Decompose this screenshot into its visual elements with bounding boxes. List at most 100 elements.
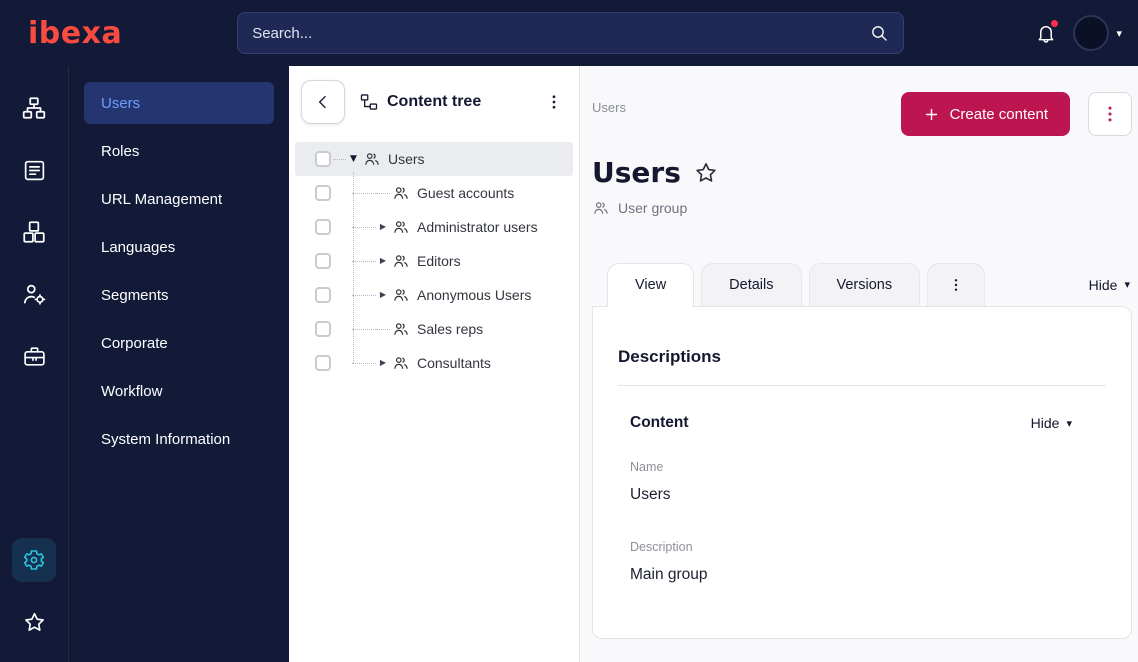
content-tree-header: Content tree <box>289 66 579 138</box>
tree-options-button[interactable] <box>541 89 567 115</box>
ibexa-logo[interactable]: ibexa <box>28 16 122 51</box>
field-label: Description <box>630 540 693 554</box>
field-value: Main group <box>630 566 708 583</box>
tab-view[interactable]: View <box>607 263 695 307</box>
tabs-row: View Details Versions Hide ▾ <box>592 263 1132 307</box>
header-actions: Create content <box>900 92 1132 136</box>
tree-item-checkbox[interactable] <box>315 287 331 303</box>
sidebar-item-languages[interactable]: Languages <box>84 226 274 268</box>
tree-item-checkbox[interactable] <box>315 355 331 371</box>
more-actions-button[interactable] <box>1088 92 1132 136</box>
nav-content[interactable] <box>12 148 56 192</box>
hide-tabs-toggle[interactable]: Hide ▾ <box>1089 277 1132 293</box>
topbar-actions: ▾ <box>1035 15 1122 51</box>
tree-item-checkbox[interactable] <box>315 321 331 337</box>
expand-icon[interactable]: ▶ <box>376 223 390 231</box>
title-row: Users <box>592 156 1132 189</box>
content-type-row: User group <box>592 199 1132 217</box>
tree-item-checkbox[interactable] <box>315 219 331 235</box>
field-label: Name <box>630 460 664 474</box>
tree-item-label: Consultants <box>417 355 491 371</box>
sidebar-item-label: Segments <box>101 286 169 304</box>
tab-label: Versions <box>836 277 893 293</box>
user-gear-icon <box>21 281 47 307</box>
content-group-header: Content Hide ▾ <box>618 414 1106 432</box>
toolbox-icon <box>22 344 47 369</box>
chevron-down-icon: ▾ <box>1124 278 1130 291</box>
icon-rail <box>0 66 69 662</box>
tree-item-checkbox[interactable] <box>315 151 331 167</box>
field-name: Name Users <box>618 460 1106 504</box>
tree-item-label: Users <box>388 151 425 167</box>
admin-sidebar: Users Roles URL Management Languages Seg… <box>69 66 289 662</box>
tree-item-consultants[interactable]: ▶ Consultants <box>295 346 573 380</box>
tree-item-guest-accounts[interactable]: Guest accounts <box>295 176 573 210</box>
tree-item-checkbox[interactable] <box>315 253 331 269</box>
nav-settings[interactable] <box>12 538 56 582</box>
sidebar-item-segments[interactable]: Segments <box>84 274 274 316</box>
create-content-button[interactable]: Create content <box>900 92 1070 136</box>
sidebar-item-workflow[interactable]: Workflow <box>84 370 274 412</box>
tree-children: Guest accounts ▶ Administrator users ▶ E… <box>295 172 573 380</box>
sidebar-item-corporate[interactable]: Corporate <box>84 322 274 364</box>
sidebar-item-users[interactable]: Users <box>84 82 274 124</box>
tree-item-label: Editors <box>417 253 461 269</box>
tab-versions[interactable]: Versions <box>808 263 921 306</box>
sitemap-icon <box>21 95 47 121</box>
collapse-icon[interactable]: ▼ <box>346 154 361 164</box>
field-description: Description Main group <box>618 540 1106 584</box>
gear-icon <box>22 548 46 572</box>
content-tree: ▼ Users Guest accounts ▶ Administrator u… <box>289 138 579 380</box>
nav-content-structure[interactable] <box>12 86 56 130</box>
expand-icon[interactable]: ▶ <box>376 359 390 367</box>
main-header: Users Create content <box>592 92 1132 136</box>
user-group-icon <box>392 252 410 270</box>
tree-item-users[interactable]: ▼ Users <box>295 142 573 176</box>
tree-item-administrator-users[interactable]: ▶ Administrator users <box>295 210 573 244</box>
sidebar-item-url-management[interactable]: URL Management <box>84 178 274 220</box>
search-input[interactable] <box>252 24 870 42</box>
stack-icon <box>22 158 47 183</box>
tree-item-label: Sales reps <box>417 321 484 337</box>
sidebar-item-label: Corporate <box>101 334 168 352</box>
search-icon[interactable] <box>869 23 889 43</box>
user-group-icon <box>392 286 410 304</box>
chevron-down-icon: ▾ <box>1116 26 1122 40</box>
collapse-tree-button[interactable] <box>301 80 345 124</box>
tree-item-anonymous-users[interactable]: ▶ Anonymous Users <box>295 278 573 312</box>
tab-more[interactable] <box>927 263 986 306</box>
tree-item-label: Administrator users <box>417 219 538 235</box>
content-tree-title: Content tree <box>359 92 481 112</box>
create-content-label: Create content <box>949 105 1048 123</box>
sidebar-item-system-information[interactable]: System Information <box>84 418 274 460</box>
nav-admin[interactable] <box>12 272 56 316</box>
sidebar-item-roles[interactable]: Roles <box>84 130 274 172</box>
main-content: Users Create content Users User group Vi… <box>580 66 1138 662</box>
avatar <box>1073 15 1110 51</box>
user-group-icon <box>392 184 410 202</box>
tree-item-label: Anonymous Users <box>417 287 532 303</box>
field-value: Users <box>630 486 671 503</box>
tree-connector <box>352 260 376 262</box>
notifications-button[interactable] <box>1035 20 1059 44</box>
tree-connector <box>352 192 376 194</box>
nav-bookmarks[interactable] <box>12 600 56 644</box>
breadcrumb[interactable]: Users <box>592 92 626 115</box>
tab-label: Details <box>729 277 774 293</box>
tree-connector <box>352 226 376 228</box>
tree-connector <box>376 328 390 330</box>
tree-item-sales-reps[interactable]: Sales reps <box>295 312 573 346</box>
global-search <box>237 12 905 54</box>
app-window: ibexa ▾ <box>0 0 1138 662</box>
user-menu[interactable]: ▾ <box>1073 15 1122 51</box>
tab-details[interactable]: Details <box>701 263 802 306</box>
nav-tools[interactable] <box>12 334 56 378</box>
expand-icon[interactable]: ▶ <box>376 291 390 299</box>
expand-icon[interactable]: ▶ <box>376 257 390 265</box>
hide-content-toggle[interactable]: Hide ▾ <box>1031 415 1106 431</box>
nav-modules[interactable] <box>12 210 56 254</box>
tree-item-editors[interactable]: ▶ Editors <box>295 244 573 278</box>
bookmark-star-icon[interactable] <box>693 160 719 186</box>
descriptions-heading: Descriptions <box>618 347 721 366</box>
tree-item-checkbox[interactable] <box>315 185 331 201</box>
